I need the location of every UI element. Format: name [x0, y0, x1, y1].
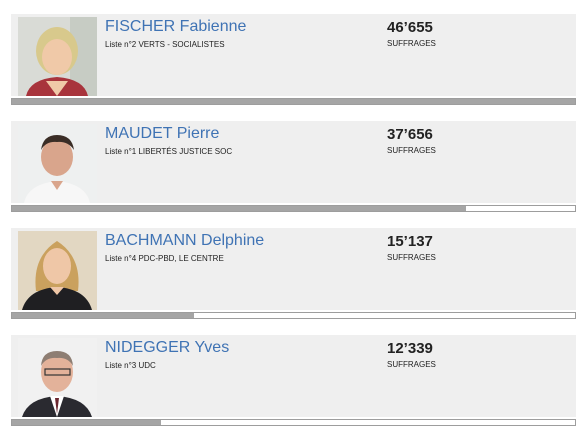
candidate-votes: 46’655 — [387, 19, 433, 36]
candidate-name[interactable]: FISCHER Fabienne — [105, 18, 246, 36]
candidate-list: Liste n°4 PDC-PBD, LE CENTRE — [105, 254, 224, 263]
vote-progress-bar — [11, 98, 576, 105]
candidate-photo — [18, 231, 97, 310]
vote-progress-fill — [12, 420, 161, 425]
candidate-list: Liste n°2 VERTS - SOCIALISTES — [105, 40, 225, 49]
candidate-list: Liste n°3 UDC — [105, 361, 156, 370]
vote-progress-fill — [12, 99, 575, 104]
vote-progress-fill — [12, 206, 467, 211]
candidate-name[interactable]: MAUDET Pierre — [105, 125, 219, 143]
candidate-name[interactable]: NIDEGGER Yves — [105, 339, 229, 357]
candidate-name[interactable]: BACHMANN Delphine — [105, 232, 264, 250]
candidate-photo — [18, 124, 97, 203]
candidate-list: Liste n°1 LIBERTÉS JUSTICE SOC — [105, 147, 233, 156]
vote-progress-bar — [11, 312, 576, 319]
candidate-card: FISCHER Fabienne Liste n°2 VERTS - SOCIA… — [11, 14, 576, 96]
vote-progress-bar — [11, 205, 576, 212]
votes-label: SUFFRAGES — [387, 360, 436, 369]
candidate-card: MAUDET Pierre Liste n°1 LIBERTÉS JUSTICE… — [11, 121, 576, 203]
vote-progress-bar — [11, 419, 576, 426]
candidate-votes: 12’339 — [387, 340, 433, 357]
candidate-card: BACHMANN Delphine Liste n°4 PDC-PBD, LE … — [11, 228, 576, 310]
votes-label: SUFFRAGES — [387, 146, 436, 155]
candidate-photo — [18, 17, 97, 96]
candidate-photo — [18, 338, 97, 417]
votes-label: SUFFRAGES — [387, 253, 436, 262]
candidate-card: NIDEGGER Yves Liste n°3 UDC 12’339 SUFFR… — [11, 335, 576, 417]
candidate-votes: 15’137 — [387, 233, 433, 250]
votes-label: SUFFRAGES — [387, 39, 436, 48]
vote-progress-fill — [12, 313, 195, 318]
candidate-votes: 37’656 — [387, 126, 433, 143]
